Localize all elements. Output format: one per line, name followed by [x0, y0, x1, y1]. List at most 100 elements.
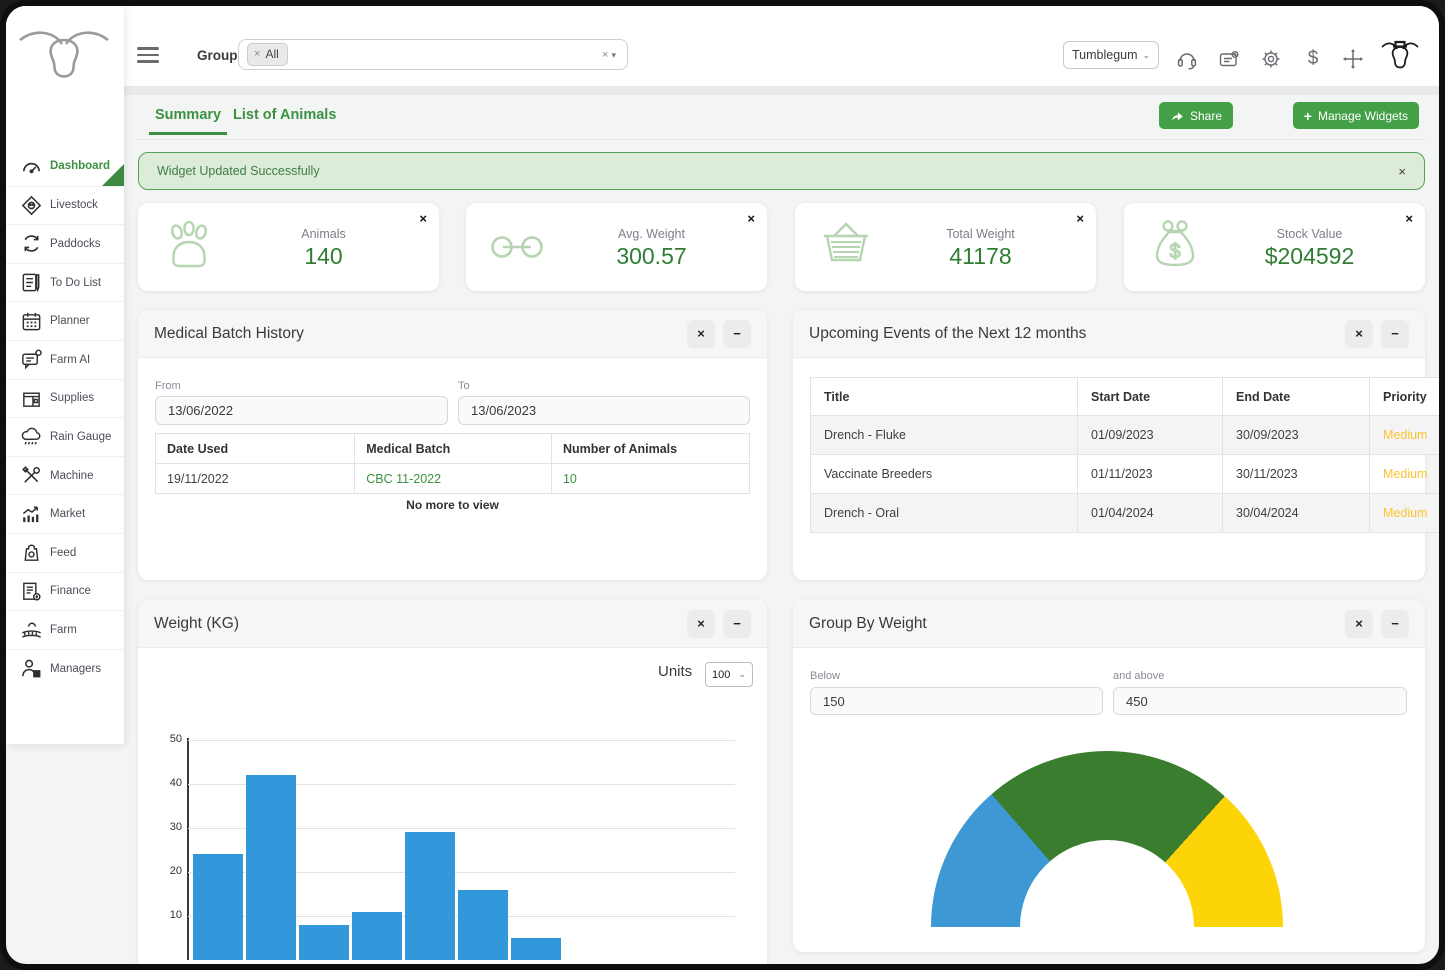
- stat-label: Avg. Weight: [556, 227, 747, 241]
- manage-widgets-button[interactable]: + Manage Widgets: [1293, 102, 1419, 129]
- below-input[interactable]: 150: [810, 687, 1103, 715]
- alert-message: Widget Updated Successfully: [157, 164, 320, 178]
- to-label: To: [458, 380, 470, 392]
- sidebar-item-farm-ai[interactable]: Farm AI: [6, 340, 124, 379]
- below-label: Below: [810, 670, 840, 682]
- farm-field-icon: [20, 618, 43, 641]
- weight-bar: [511, 938, 561, 960]
- sidebar-item-supplies[interactable]: Supplies: [6, 379, 124, 418]
- widget-collapse-button[interactable]: −: [1381, 610, 1409, 638]
- profile-bull-avatar[interactable]: [1380, 39, 1420, 75]
- select-clear-and-caret[interactable]: ×▾: [602, 49, 619, 61]
- app-logo-bull: [16, 26, 112, 90]
- share-label: Share: [1190, 109, 1222, 123]
- cell-title: Drench - Oral: [811, 494, 1078, 533]
- stat-card-animals: × Animals 140: [138, 203, 439, 291]
- widget-collapse-button[interactable]: −: [1381, 320, 1409, 348]
- col-number-of-animals: Number of Animals: [551, 434, 749, 464]
- weight-bar: [193, 854, 243, 960]
- close-icon[interactable]: ×: [1076, 211, 1084, 226]
- widget-collapse-button[interactable]: −: [723, 610, 751, 638]
- manage-widgets-label: Manage Widgets: [1318, 109, 1408, 123]
- rain-cloud-icon: [20, 425, 43, 448]
- plus-icon: +: [1304, 108, 1312, 124]
- sidebar-item-feed[interactable]: Feed: [6, 533, 124, 572]
- cell-end: 30/04/2024: [1223, 494, 1370, 533]
- widget-close-button[interactable]: ×: [1345, 610, 1373, 638]
- to-date-input[interactable]: 13/06/2023: [458, 396, 750, 425]
- sidebar-item-planner[interactable]: Planner: [6, 301, 124, 340]
- tag-remove-icon[interactable]: ×: [254, 48, 260, 60]
- move-arrows-icon[interactable]: [1340, 46, 1366, 72]
- share-button[interactable]: Share: [1159, 102, 1233, 129]
- units-select[interactable]: 100 ⌄: [705, 662, 753, 687]
- farm-site-value: Tumblegum: [1072, 48, 1138, 62]
- active-corner-triangle: [102, 164, 124, 186]
- medical-batch-table: Date Used Medical Batch Number of Animal…: [155, 433, 750, 494]
- sidebar-item-todo-list[interactable]: To Do List: [6, 263, 124, 302]
- close-icon[interactable]: ×: [747, 211, 755, 226]
- from-date-input[interactable]: 13/06/2022: [155, 396, 448, 425]
- support-headset-icon[interactable]: [1174, 46, 1200, 72]
- sidebar-item-machine[interactable]: Machine: [6, 456, 124, 495]
- news-card-icon[interactable]: [1216, 46, 1242, 72]
- table-header-row: Date Used Medical Batch Number of Animal…: [156, 434, 750, 464]
- sidebar-item-finance[interactable]: Finance: [6, 572, 124, 611]
- stat-label: Animals: [228, 227, 419, 241]
- widget-collapse-button[interactable]: −: [723, 320, 751, 348]
- stat-card-total-weight: × Total Weight 41178: [795, 203, 1096, 291]
- y-tick-label: 20: [158, 865, 182, 877]
- machine-tools-icon: [20, 464, 43, 487]
- feed-bag-icon: [20, 541, 43, 564]
- tab-summary[interactable]: Summary: [155, 107, 221, 123]
- widget-title: Group By Weight: [809, 615, 927, 633]
- sidebar-item-label: Planner: [50, 315, 90, 327]
- stat-value: $204592: [1214, 243, 1405, 270]
- group-multiselect[interactable]: × All ×▾: [238, 39, 628, 70]
- success-alert: Widget Updated Successfully ×: [138, 152, 1425, 190]
- weight-bar: [299, 925, 349, 960]
- widget-close-button[interactable]: ×: [687, 320, 715, 348]
- sidebar-item-market[interactable]: Market: [6, 494, 124, 533]
- widget-close-button[interactable]: ×: [1345, 320, 1373, 348]
- sidebar-item-rain-gauge[interactable]: Rain Gauge: [6, 417, 124, 456]
- sidebar-item-label: Finance: [50, 585, 91, 597]
- widget-title: Upcoming Events of the Next 12 months: [809, 325, 1086, 343]
- cell-priority: Medium: [1370, 455, 1445, 494]
- planner-calendar-icon: [20, 310, 43, 333]
- widget-header: Medical Batch History × −: [138, 310, 767, 358]
- close-icon[interactable]: ×: [419, 211, 427, 226]
- above-input[interactable]: 450: [1113, 687, 1407, 715]
- farm-site-select[interactable]: Tumblegum ⌄: [1063, 41, 1159, 69]
- menu-toggle-icon[interactable]: [137, 47, 159, 65]
- sidebar-item-label: Market: [50, 508, 85, 520]
- upcoming-events-widget: Upcoming Events of the Next 12 months × …: [793, 310, 1425, 580]
- from-label: From: [155, 380, 181, 392]
- cell-date-used: 19/11/2022: [156, 464, 355, 494]
- chevron-down-icon: ⌄: [738, 669, 746, 680]
- sidebar-item-livestock[interactable]: Livestock: [6, 186, 124, 225]
- sidebar-item-farm[interactable]: Farm: [6, 610, 124, 649]
- close-icon[interactable]: ×: [1405, 211, 1413, 226]
- group-tag-all[interactable]: × All: [247, 43, 288, 66]
- table-header-row: Title Start Date End Date Priority: [811, 378, 1445, 416]
- sidebar-item-paddocks[interactable]: Paddocks: [6, 224, 124, 263]
- stat-card-avg-weight: × Avg. Weight 300.57: [466, 203, 767, 291]
- widget-close-button[interactable]: ×: [687, 610, 715, 638]
- cell-start: 01/04/2024: [1078, 494, 1223, 533]
- settings-gear-icon[interactable]: [1258, 46, 1284, 72]
- sidebar-item-dashboard[interactable]: Dashboard: [6, 147, 124, 186]
- alert-close-icon[interactable]: ×: [1398, 164, 1406, 179]
- tab-list-of-animals[interactable]: List of Animals: [233, 107, 336, 123]
- col-title: Title: [811, 378, 1078, 416]
- sidebar-item-label: Feed: [50, 547, 76, 559]
- cell-medical-batch[interactable]: CBC 11-2022: [355, 464, 552, 494]
- weight-gauge-wrap: [931, 751, 1283, 927]
- cell-title: Vaccinate Breeders: [811, 455, 1078, 494]
- svg-text:$: $: [1169, 241, 1180, 263]
- sidebar-item-label: Managers: [50, 663, 101, 675]
- billing-dollar-icon[interactable]: $: [1300, 46, 1326, 72]
- sidebar-item-managers[interactable]: Managers: [6, 649, 124, 688]
- y-tick-label: 40: [158, 777, 182, 789]
- rotate-paddocks-icon: [20, 232, 43, 255]
